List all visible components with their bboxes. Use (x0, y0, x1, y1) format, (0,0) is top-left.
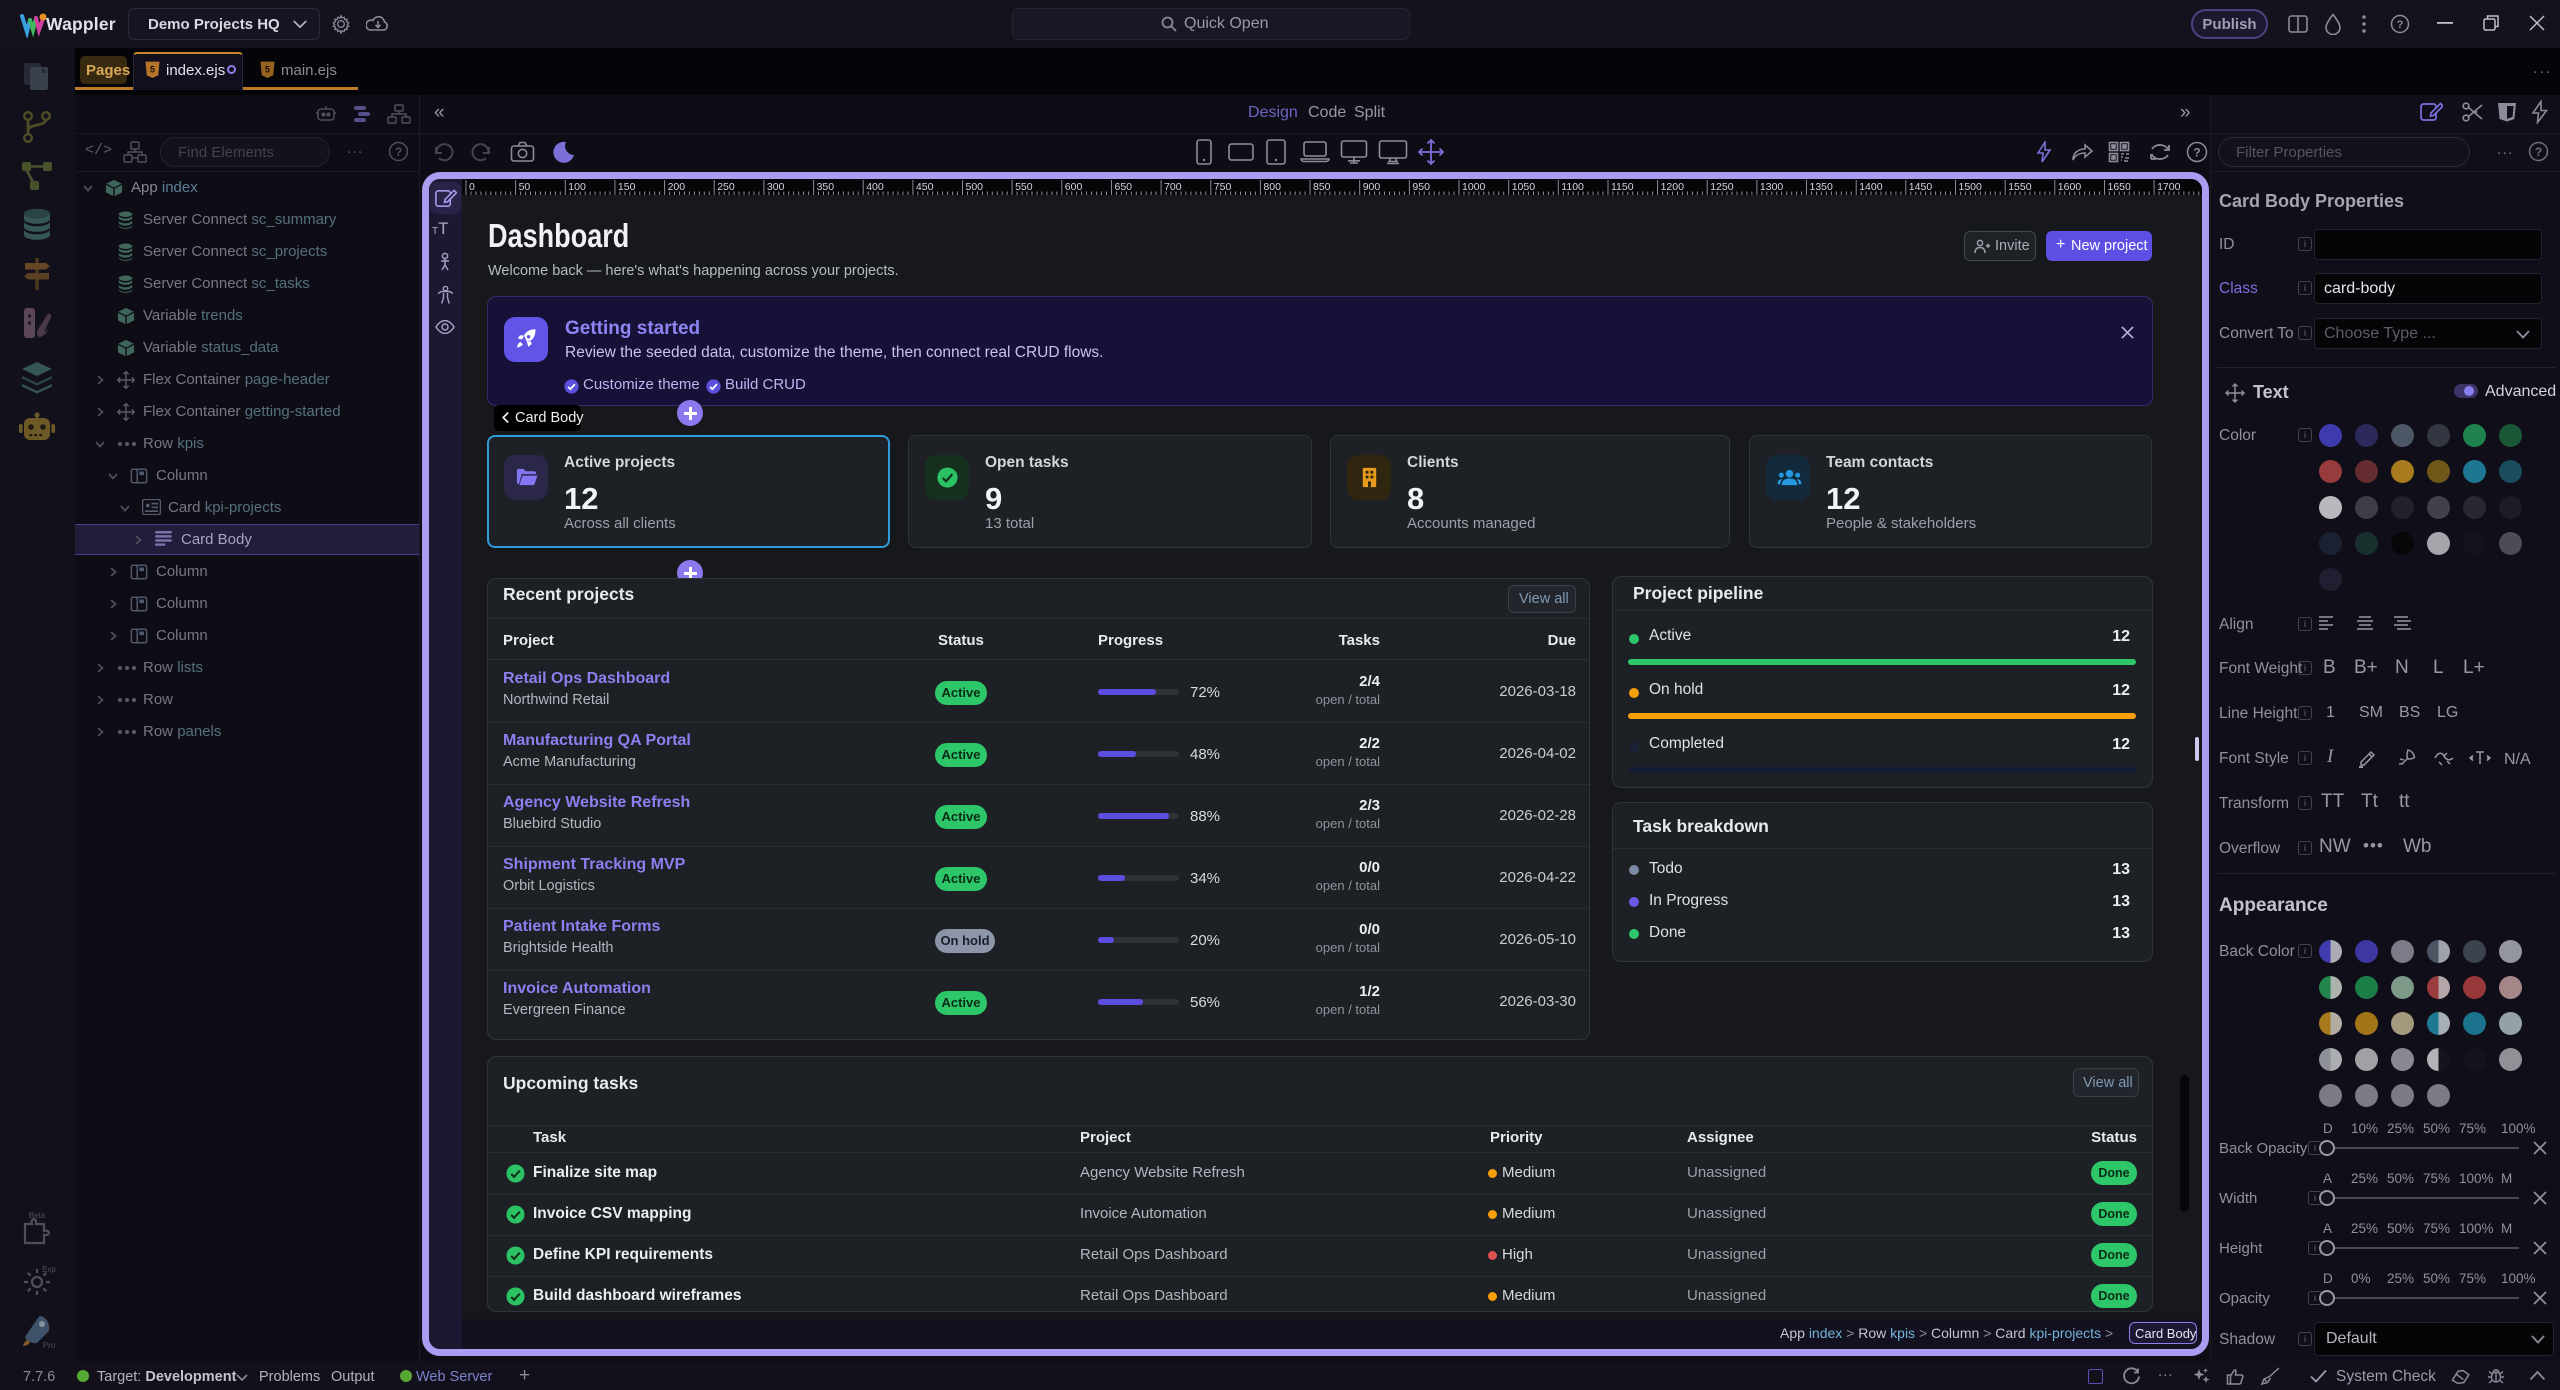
svg-text:50: 50 (519, 181, 531, 193)
svg-text:200: 200 (668, 181, 686, 193)
svg-text:1350: 1350 (1810, 181, 1834, 193)
svg-text:300: 300 (767, 181, 785, 193)
svg-text:0: 0 (469, 181, 475, 193)
svg-text:1100: 1100 (1561, 181, 1584, 193)
svg-text:1200: 1200 (1661, 181, 1685, 193)
svg-text:700: 700 (1164, 181, 1182, 193)
svg-text:1700: 1700 (2157, 181, 2181, 193)
svg-text:350: 350 (817, 181, 835, 193)
svg-text:?: ? (2193, 146, 2200, 160)
svg-text:400: 400 (866, 181, 884, 193)
svg-text:Exp: Exp (42, 1265, 56, 1274)
svg-text:600: 600 (1065, 181, 1083, 193)
svg-text:5: 5 (150, 65, 155, 75)
svg-text:800: 800 (1263, 181, 1281, 193)
svg-text:500: 500 (966, 181, 984, 193)
svg-text:550: 550 (1015, 181, 1033, 193)
svg-text:650: 650 (1115, 181, 1133, 193)
svg-text:?: ? (2535, 145, 2542, 159)
svg-text:1500: 1500 (1959, 181, 1983, 193)
svg-text:?: ? (395, 145, 402, 159)
svg-text:1650: 1650 (2108, 181, 2132, 193)
svg-text:?: ? (2397, 19, 2404, 31)
svg-text:1400: 1400 (1859, 181, 1883, 193)
svg-text:1050: 1050 (1512, 181, 1536, 193)
svg-text:5: 5 (265, 65, 270, 75)
svg-text:1150: 1150 (1611, 181, 1634, 193)
svg-text:750: 750 (1214, 181, 1232, 193)
svg-text:Pro: Pro (43, 1341, 56, 1350)
svg-text:150: 150 (618, 181, 636, 193)
svg-text:1450: 1450 (1909, 181, 1933, 193)
svg-text:850: 850 (1313, 181, 1331, 193)
svg-text:1250: 1250 (1710, 181, 1734, 193)
svg-text:250: 250 (717, 181, 735, 193)
svg-text:1600: 1600 (2058, 181, 2082, 193)
svg-text:900: 900 (1363, 181, 1381, 193)
svg-text:Beta: Beta (29, 1211, 46, 1220)
svg-text:1300: 1300 (1760, 181, 1784, 193)
svg-text:1550: 1550 (2008, 181, 2032, 193)
svg-text:450: 450 (916, 181, 934, 193)
svg-text:950: 950 (1412, 181, 1430, 193)
svg-text:100: 100 (568, 181, 586, 193)
svg-text:1000: 1000 (1462, 181, 1486, 193)
